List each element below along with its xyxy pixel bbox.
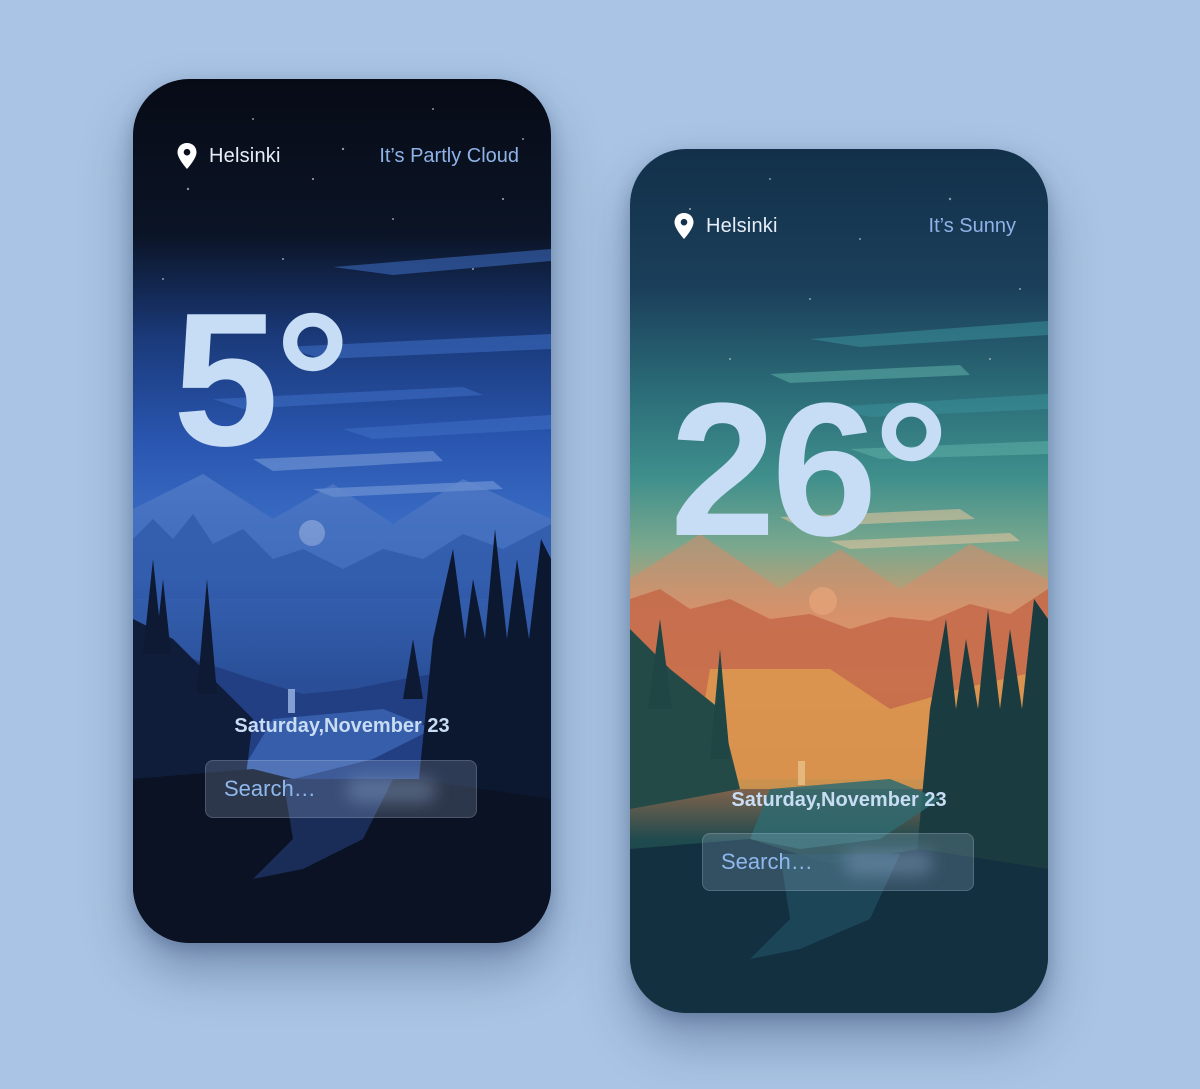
location[interactable]: Helsinki [177, 143, 281, 169]
weather-screen-sunset: Helsinki It’s Sunny 26° Saturday,Novembe… [630, 149, 1048, 1013]
search-box[interactable] [702, 833, 974, 891]
search-input[interactable] [224, 776, 458, 802]
city-name: Helsinki [209, 144, 281, 167]
weather-screen-night: Helsinki It’s Partly Cloud 5° Saturday,N… [133, 79, 551, 943]
location-pin-icon [674, 213, 694, 239]
date-label: Saturday,November 23 [234, 715, 450, 737]
location-pin-icon [177, 143, 197, 169]
location[interactable]: Helsinki [674, 213, 778, 239]
weather-condition: It’s Partly Cloud [379, 144, 519, 167]
search-box[interactable] [205, 760, 477, 818]
date-label: Saturday,November 23 [731, 789, 947, 811]
city-name: Helsinki [706, 214, 778, 237]
top-bar: Helsinki It’s Sunny [674, 211, 1016, 241]
weather-condition: It’s Sunny [928, 214, 1016, 237]
temperature: 5° [173, 274, 351, 486]
top-bar: Helsinki It’s Partly Cloud [177, 141, 519, 171]
search-input[interactable] [721, 849, 955, 875]
temperature: 26° [670, 364, 949, 576]
